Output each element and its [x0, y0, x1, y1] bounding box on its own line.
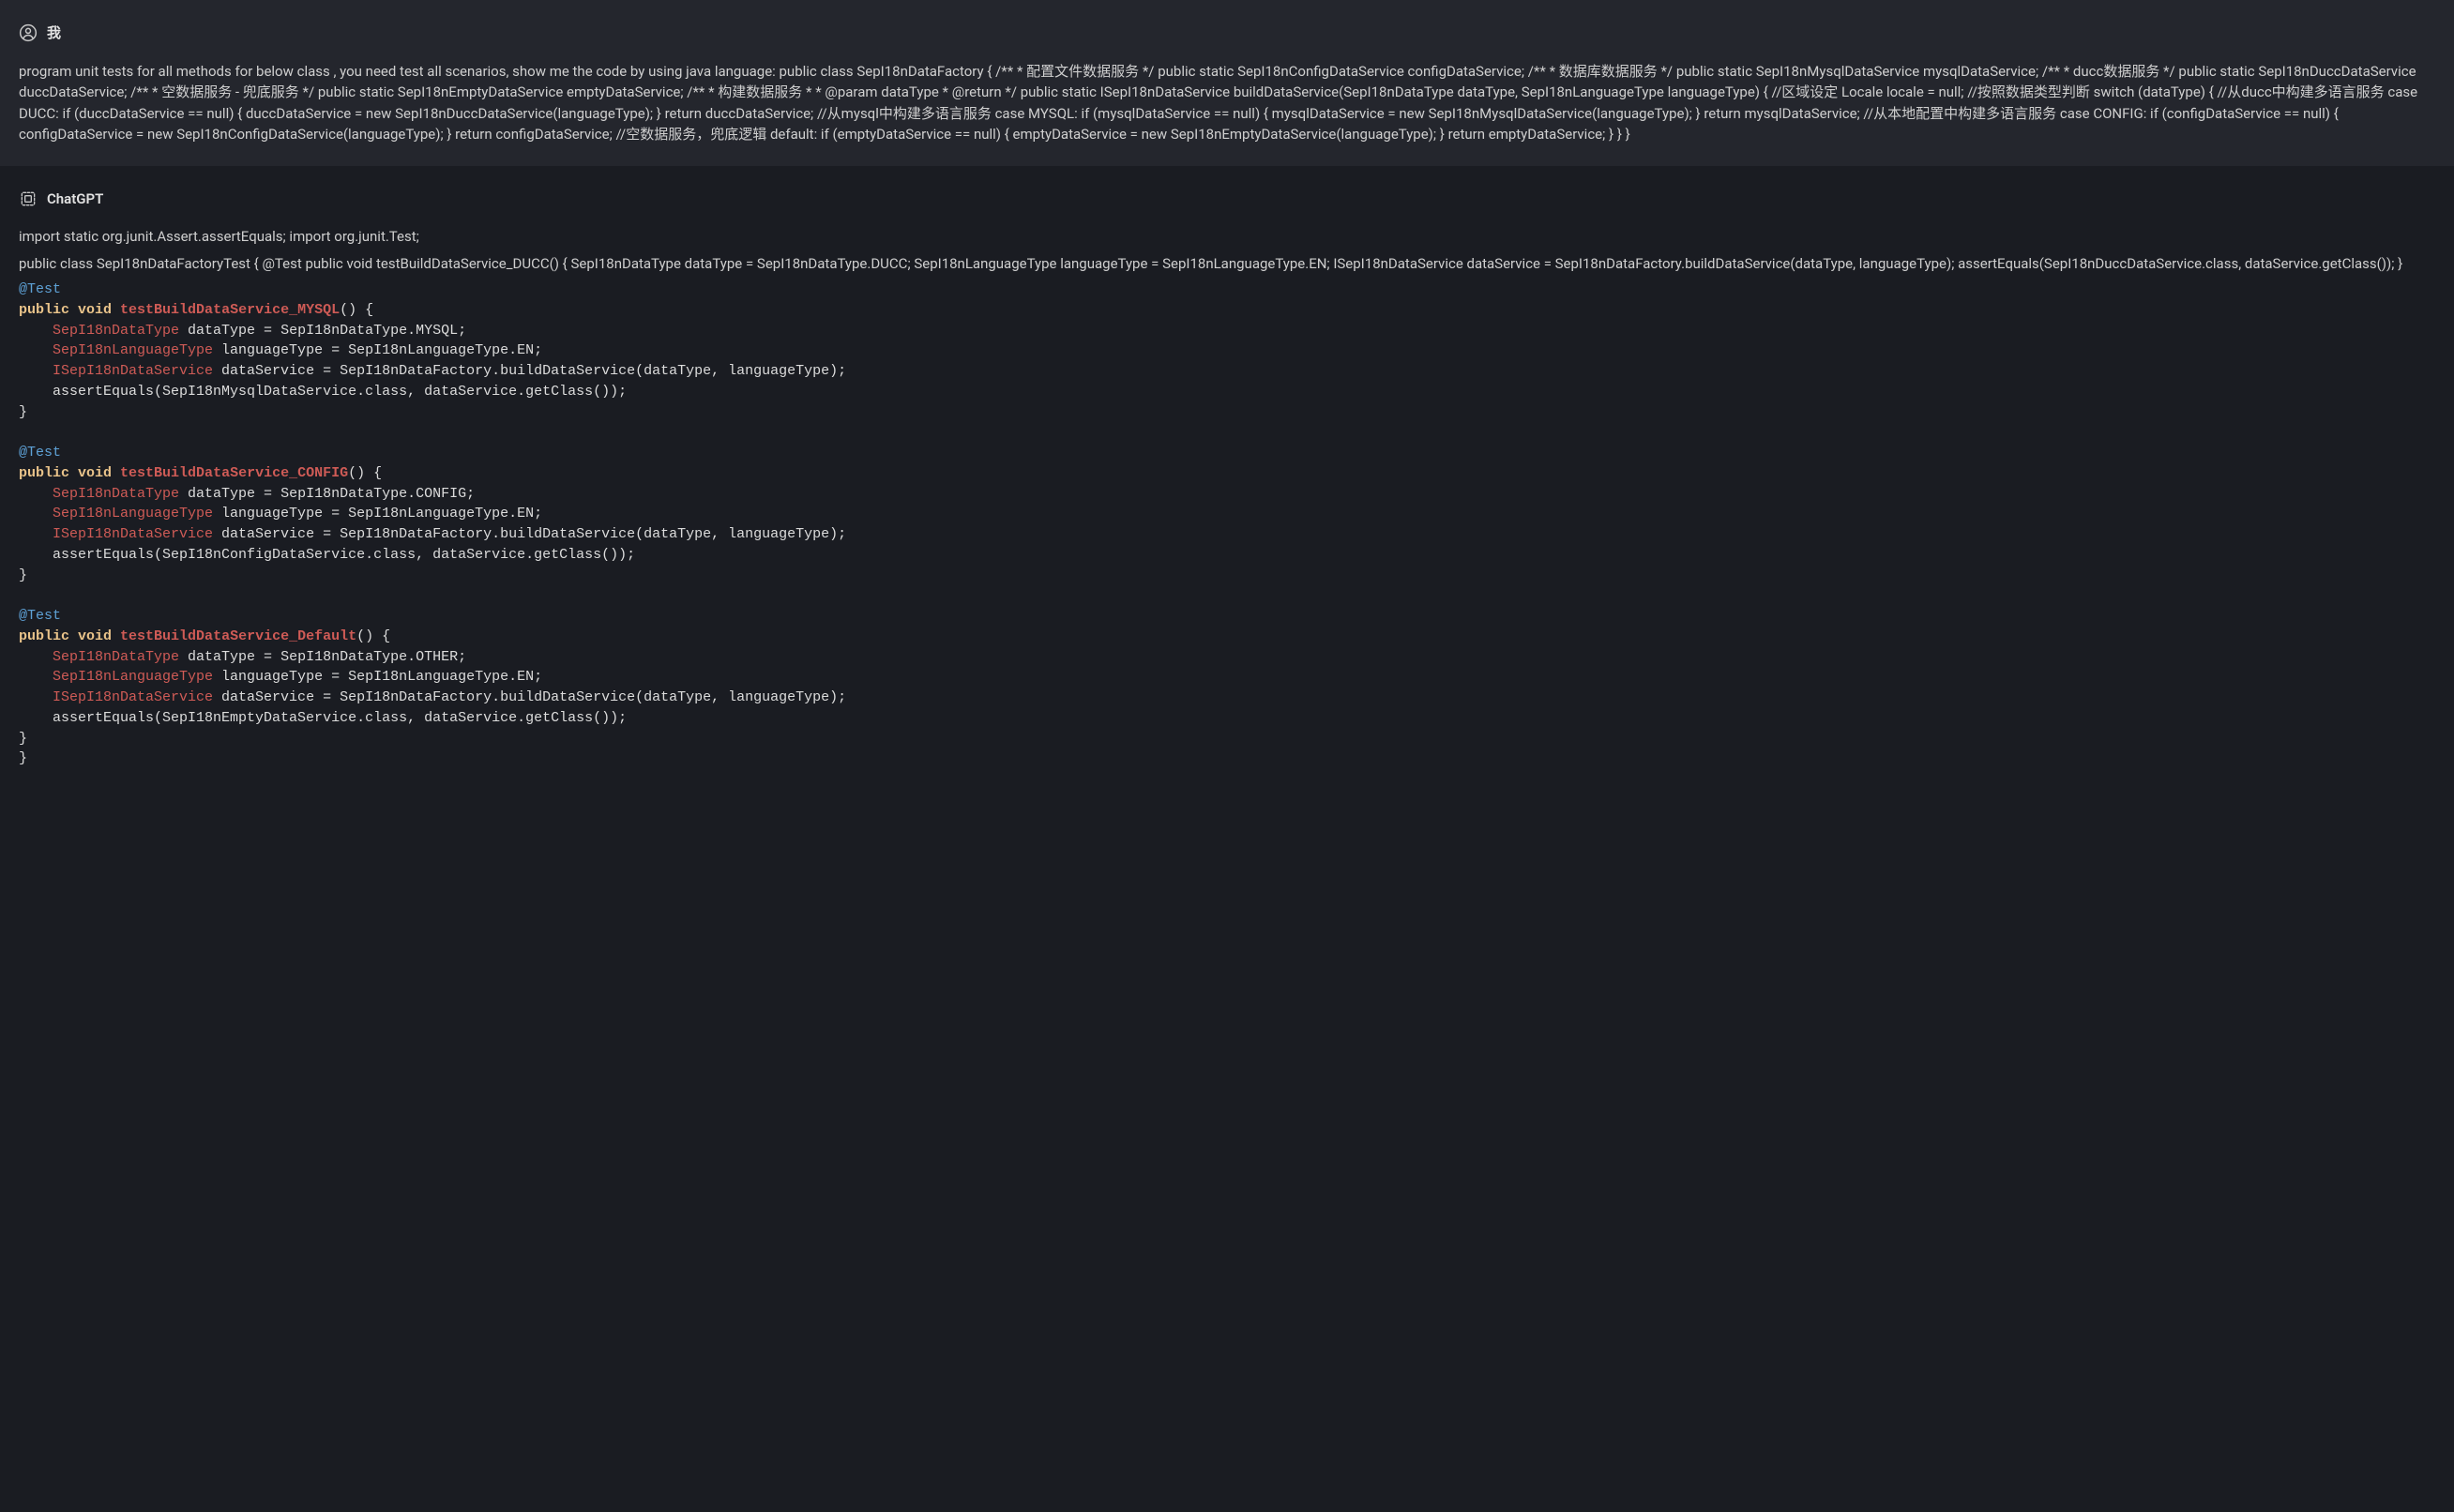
- user-name: 我: [47, 23, 61, 44]
- assistant-header: ChatGPT: [19, 189, 2435, 210]
- assistant-message: ChatGPT import static org.junit.Assert.a…: [0, 166, 2454, 791]
- user-message-body[interactable]: program unit tests for all methods for b…: [19, 61, 2435, 145]
- assistant-intro-line-2[interactable]: public class SepI18nDataFactoryTest { @T…: [19, 253, 2435, 275]
- assistant-intro-line-1[interactable]: import static org.junit.Assert.assertEqu…: [19, 226, 2435, 248]
- user-header: 我: [19, 23, 2435, 44]
- assistant-code-block[interactable]: @Test public void testBuildDataService_M…: [19, 280, 2435, 769]
- assistant-icon: [19, 189, 38, 208]
- assistant-name: ChatGPT: [47, 189, 103, 210]
- user-message: 我 program unit tests for all methods for…: [0, 0, 2454, 166]
- user-icon: [19, 23, 38, 42]
